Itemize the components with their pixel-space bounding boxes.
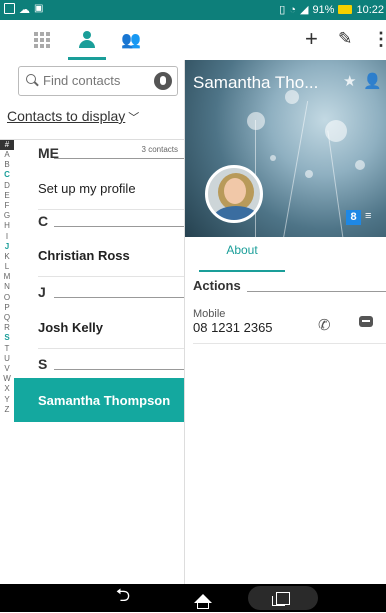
index-letter[interactable]: #: [0, 140, 14, 150]
index-letter[interactable]: O: [0, 293, 14, 303]
index-letter[interactable]: I: [0, 232, 14, 242]
index-letter[interactable]: U: [0, 354, 14, 364]
section-letter: S: [38, 356, 48, 372]
contact-detail-pane: Samantha Tho... ★ 👤 8 ≡ About Actions Mo…: [185, 60, 386, 584]
section-header-s: S: [14, 351, 184, 375]
index-letter[interactable]: X: [0, 384, 14, 394]
battery-percent: 91%: [312, 3, 335, 16]
home-button[interactable]: [168, 586, 238, 610]
contacts-count: 3 contacts: [138, 145, 178, 154]
search-icon: [26, 74, 36, 84]
alphabet-index[interactable]: # A B C D E F G H I J K L M N O P Q R S …: [0, 140, 14, 584]
back-icon[interactable]: ⮌: [88, 585, 158, 610]
index-letter[interactable]: D: [0, 181, 14, 191]
index-letter[interactable]: M: [0, 272, 14, 282]
index-letter[interactable]: H: [0, 221, 14, 231]
detail-row-separator: [193, 343, 386, 344]
edit-icon[interactable]: ✎: [338, 29, 352, 49]
row-separator: [38, 348, 184, 349]
section-letter: C: [38, 213, 49, 229]
contact-name: Samantha Thompson: [38, 393, 171, 408]
section-header-j: J: [14, 279, 184, 303]
add-icon[interactable]: +: [305, 26, 318, 52]
row-separator: [38, 276, 184, 277]
top-action-bar: 👥 + ✎ ⋮: [0, 20, 386, 60]
index-letter[interactable]: V: [0, 364, 14, 374]
section-header-c: C: [14, 208, 184, 232]
navigation-bar: ⮌: [0, 584, 386, 612]
index-letter[interactable]: C: [0, 170, 14, 180]
tab-about-indicator: [199, 270, 285, 272]
contacts-to-display-label: Contacts to display: [7, 108, 126, 124]
star-icon[interactable]: ★: [343, 72, 356, 90]
groups-icon[interactable]: 👥: [117, 28, 141, 52]
list-item-contact[interactable]: Josh Kelly: [14, 305, 184, 349]
search-box[interactable]: [18, 66, 178, 96]
section-rule: [54, 297, 184, 298]
message-icon[interactable]: [359, 316, 373, 327]
mobile-label: Mobile: [193, 308, 226, 320]
list-item-contact[interactable]: Christian Ross: [14, 233, 184, 277]
index-letter[interactable]: K: [0, 252, 14, 262]
index-letter[interactable]: S: [0, 333, 14, 343]
cloud-icon: ☁: [19, 4, 30, 16]
index-letter[interactable]: R: [0, 323, 14, 333]
contacts-to-display-dropdown[interactable]: Contacts to display ﹀: [7, 108, 139, 125]
image-icon: ▣: [34, 3, 44, 14]
screen-icon: [4, 3, 15, 14]
status-bar: ☁ ▣ ▯ ◔ ◢ 91% 10:22: [0, 0, 386, 20]
vibrate-icon: ▯: [279, 4, 286, 16]
section-letter: J: [38, 284, 46, 300]
contact-name: Josh Kelly: [38, 320, 104, 335]
index-letter[interactable]: Y: [0, 395, 14, 405]
section-header-me: ME 3 contacts: [14, 140, 184, 164]
mobile-number[interactable]: 08 1231 2365: [193, 320, 273, 335]
section-rule: [54, 369, 184, 370]
index-letter[interactable]: Z: [0, 405, 14, 415]
list-badge-icon: ≡: [365, 210, 372, 222]
recent-apps-button[interactable]: [248, 586, 318, 610]
phone-icon[interactable]: ✆: [318, 316, 331, 334]
index-letter[interactable]: G: [0, 211, 14, 221]
contact-name: Set up my profile: [38, 181, 136, 196]
index-letter[interactable]: N: [0, 282, 14, 292]
clock: 10:22: [356, 3, 384, 16]
index-letter[interactable]: P: [0, 303, 14, 313]
index-letter[interactable]: F: [0, 201, 14, 211]
index-letter[interactable]: E: [0, 191, 14, 201]
section-rule: [54, 158, 184, 159]
battery-icon: [338, 5, 353, 14]
index-letter[interactable]: B: [0, 160, 14, 170]
actions-rule: [247, 291, 386, 292]
microphone-icon[interactable]: [154, 72, 172, 90]
list-item-contact-selected[interactable]: Samantha Thompson: [14, 378, 184, 422]
search-input[interactable]: [41, 72, 155, 89]
index-letter[interactable]: T: [0, 344, 14, 354]
index-letter[interactable]: L: [0, 262, 14, 272]
signal-icon: ◢: [299, 4, 309, 16]
person-settings-icon[interactable]: 👤: [363, 72, 382, 90]
chevron-down-icon: ﹀: [128, 112, 140, 124]
section-rule: [54, 226, 184, 227]
apps-grid-icon[interactable]: [30, 28, 54, 52]
contacts-person-icon[interactable]: [75, 28, 99, 52]
index-letter[interactable]: Q: [0, 313, 14, 323]
recent-apps-icon: [272, 591, 290, 606]
contact-header-name: Samantha Tho...: [193, 73, 319, 92]
contact-name: Christian Ross: [38, 248, 130, 263]
index-letter[interactable]: A: [0, 150, 14, 160]
wifi-icon: ◔: [289, 3, 296, 16]
overflow-menu-icon[interactable]: ⋮: [372, 29, 386, 50]
tab-about[interactable]: About: [199, 243, 285, 271]
actions-heading: Actions: [193, 278, 241, 293]
contact-cover-image: Samantha Tho... ★ 👤 8 ≡: [185, 60, 386, 237]
avatar[interactable]: [205, 165, 263, 223]
list-item-setup-profile[interactable]: Set up my profile: [14, 166, 184, 210]
home-icon: [194, 593, 212, 609]
index-letter[interactable]: W: [0, 374, 14, 384]
contacts-list-pane: Contacts to display﹀ # A B C D E F G H I…: [0, 60, 184, 584]
google-account-badge: 8: [346, 210, 361, 225]
index-letter[interactable]: J: [0, 242, 14, 252]
